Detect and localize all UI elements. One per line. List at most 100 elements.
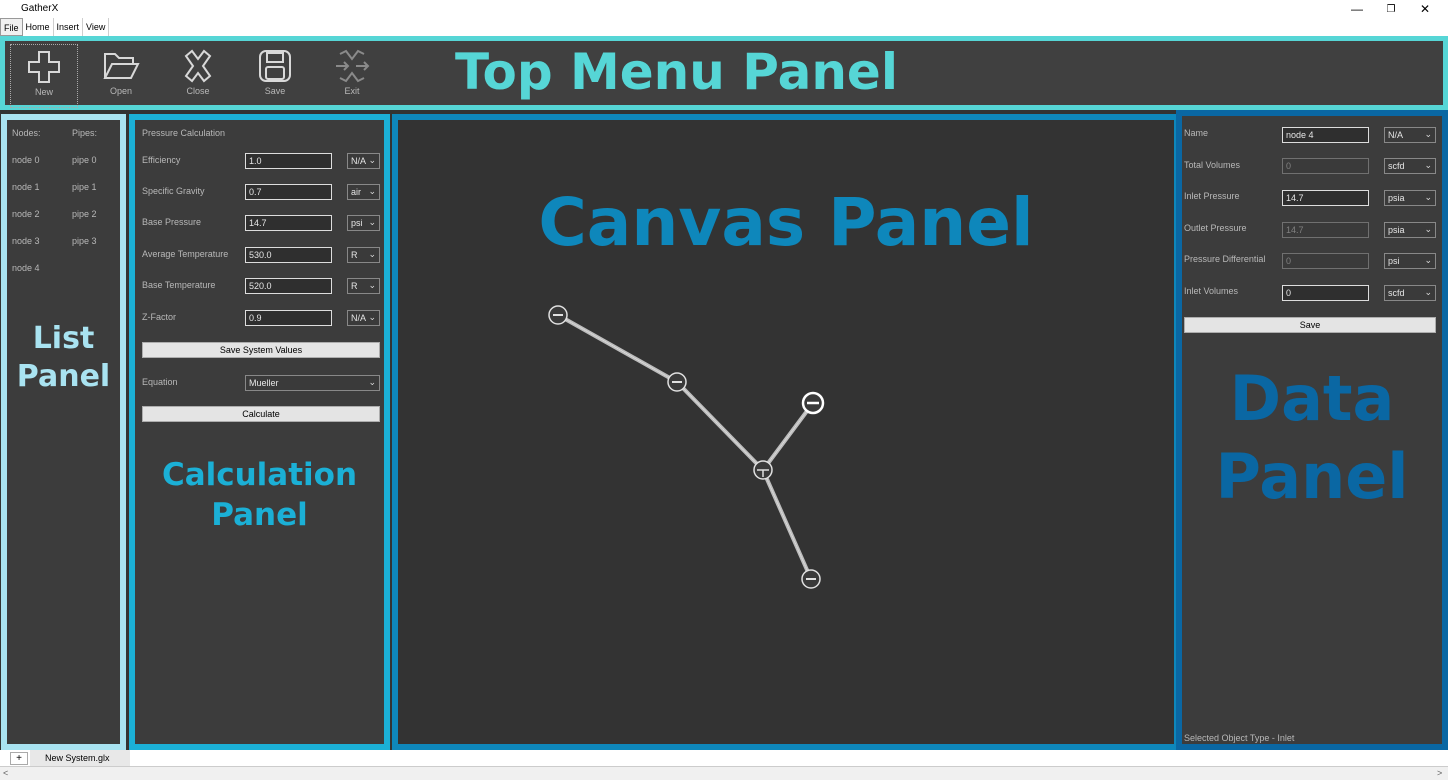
- inlet-volumes-unit-value: scfd: [1388, 288, 1405, 298]
- save-button-label: Save: [264, 86, 286, 96]
- base-temperature-input[interactable]: 520.0: [245, 278, 332, 294]
- chevron-down-icon: ⌄: [368, 249, 376, 259]
- calculation-panel: Pressure Calculation Efficiency 1.0 N/A ⌄…: [129, 114, 390, 750]
- menu-bar: File Home Insert View: [0, 18, 1448, 36]
- pressure-differential-label: Pressure Differential: [1184, 254, 1266, 264]
- node-4-symbol-selected[interactable]: [801, 391, 825, 415]
- close-button[interactable]: Close: [164, 44, 232, 108]
- name-label: Name: [1184, 128, 1209, 138]
- total-volumes-input: 0: [1282, 158, 1369, 174]
- add-tab-button[interactable]: +: [10, 752, 28, 765]
- inlet-pressure-label: Inlet Pressure: [1184, 191, 1240, 201]
- new-button[interactable]: New: [10, 44, 78, 108]
- menu-insert[interactable]: Insert: [54, 18, 84, 36]
- total-volumes-unit-select[interactable]: scfd ⌄: [1384, 158, 1436, 174]
- average-temperature-unit-select[interactable]: R ⌄: [347, 247, 380, 263]
- data-panel-heading-line-1: Data: [1229, 362, 1395, 435]
- close-button-label: Close: [186, 86, 210, 96]
- name-unit-value: N/A: [1388, 130, 1404, 140]
- efficiency-unit-value: N/A: [351, 156, 367, 166]
- calc-panel-heading-line-2: Panel: [211, 497, 308, 533]
- nodes-header: Nodes:: [12, 128, 41, 138]
- list-item-pipe-0[interactable]: pipe 0: [72, 155, 97, 165]
- equation-select[interactable]: Mueller ⌄: [245, 375, 380, 391]
- z-factor-unit-select[interactable]: N/A ⌄: [347, 310, 380, 326]
- document-tab[interactable]: New System.glx: [30, 750, 130, 766]
- base-pressure-input[interactable]: 14.7: [245, 215, 332, 231]
- list-item-node-2[interactable]: node 2: [12, 209, 40, 219]
- inlet-pressure-input[interactable]: 14.7: [1282, 190, 1369, 206]
- list-item-pipe-3[interactable]: pipe 3: [72, 236, 97, 246]
- data-panel-heading-line-2: Panel: [1215, 440, 1409, 513]
- outlet-pressure-input: 14.7: [1282, 222, 1369, 238]
- canvas-panel[interactable]: Canvas Panel: [392, 114, 1180, 750]
- list-item-pipe-2[interactable]: pipe 2: [72, 209, 97, 219]
- node-1-symbol[interactable]: [667, 372, 687, 392]
- chevron-down-icon: ⌄: [368, 186, 376, 196]
- chevron-down-icon: ⌄: [1424, 255, 1432, 265]
- exit-icon: [336, 49, 370, 83]
- inlet-pressure-unit-select[interactable]: psia ⌄: [1384, 190, 1436, 206]
- average-temperature-input[interactable]: 530.0: [245, 247, 332, 263]
- base-pressure-unit-value: psi: [351, 218, 363, 228]
- average-temperature-unit-value: R: [351, 250, 358, 260]
- specific-gravity-input[interactable]: 0.7: [245, 184, 332, 200]
- new-button-label: New: [34, 87, 53, 97]
- calculate-button[interactable]: Calculate: [142, 406, 380, 422]
- chevron-down-icon: ⌄: [368, 155, 376, 165]
- data-save-button[interactable]: Save: [1184, 317, 1436, 333]
- menu-view[interactable]: View: [83, 18, 110, 36]
- close-window-button[interactable]: ✕: [1410, 0, 1440, 18]
- inlet-volumes-input[interactable]: 0: [1282, 285, 1369, 301]
- menu-file[interactable]: File: [0, 18, 23, 36]
- scroll-right-arrow-icon[interactable]: >: [1437, 768, 1442, 778]
- list-panel-heading-line-1: List: [32, 321, 95, 356]
- window-title: GatherX: [21, 3, 59, 14]
- chevron-down-icon: ⌄: [368, 377, 376, 387]
- node-2-symbol[interactable]: [753, 460, 773, 480]
- chevron-down-icon: ⌄: [1424, 192, 1432, 202]
- list-item-node-1[interactable]: node 1: [12, 182, 40, 192]
- inlet-volumes-unit-select[interactable]: scfd ⌄: [1384, 285, 1436, 301]
- title-bar: GatherX — ❐ ✕: [0, 0, 1448, 18]
- chevron-down-icon: ⌄: [1424, 129, 1432, 139]
- menu-home[interactable]: Home: [23, 18, 54, 36]
- list-item-node-3[interactable]: node 3: [12, 236, 40, 246]
- chevron-down-icon: ⌄: [368, 217, 376, 227]
- efficiency-unit-select[interactable]: N/A ⌄: [347, 153, 380, 169]
- specific-gravity-unit-select[interactable]: air ⌄: [347, 184, 380, 200]
- folder-icon: [103, 53, 140, 79]
- z-factor-input[interactable]: 0.9: [245, 310, 332, 326]
- z-factor-unit-value: N/A: [351, 313, 367, 323]
- calc-panel-title: Pressure Calculation: [142, 128, 226, 138]
- list-item-node-4[interactable]: node 4: [12, 263, 40, 273]
- scroll-left-arrow-icon[interactable]: <: [3, 768, 8, 778]
- base-pressure-label: Base Pressure: [142, 217, 202, 227]
- pipe-network-diagram[interactable]: [398, 120, 1174, 744]
- pressure-differential-unit-select[interactable]: psi ⌄: [1384, 253, 1436, 269]
- node-3-symbol[interactable]: [801, 569, 821, 589]
- exit-button[interactable]: Exit: [318, 44, 386, 108]
- list-item-node-0[interactable]: node 0: [12, 155, 40, 165]
- pipes-header: Pipes:: [72, 128, 98, 138]
- efficiency-input[interactable]: 1.0: [245, 153, 332, 169]
- minimize-button[interactable]: —: [1342, 0, 1372, 18]
- save-button[interactable]: Save: [241, 44, 309, 108]
- specific-gravity-label: Specific Gravity: [142, 186, 205, 196]
- name-input[interactable]: node 4: [1282, 127, 1369, 143]
- list-panel-heading-line-2: Panel: [16, 359, 111, 394]
- horizontal-scrollbar[interactable]: < >: [0, 766, 1448, 780]
- maximize-button[interactable]: ❐: [1376, 0, 1406, 18]
- outlet-pressure-unit-select[interactable]: psia ⌄: [1384, 222, 1436, 238]
- node-0-symbol[interactable]: [548, 305, 568, 325]
- list-item-pipe-1[interactable]: pipe 1: [72, 182, 97, 192]
- inlet-pressure-unit-value: psia: [1388, 193, 1405, 203]
- save-system-values-button[interactable]: Save System Values: [142, 342, 380, 358]
- base-pressure-unit-select[interactable]: psi ⌄: [347, 215, 380, 231]
- total-volumes-unit-value: scfd: [1388, 161, 1405, 171]
- open-button[interactable]: Open: [87, 44, 155, 108]
- name-unit-select[interactable]: N/A ⌄: [1384, 127, 1436, 143]
- base-temperature-unit-select[interactable]: R ⌄: [347, 278, 380, 294]
- pressure-differential-unit-value: psi: [1388, 256, 1400, 266]
- total-volumes-label: Total Volumes: [1184, 160, 1241, 170]
